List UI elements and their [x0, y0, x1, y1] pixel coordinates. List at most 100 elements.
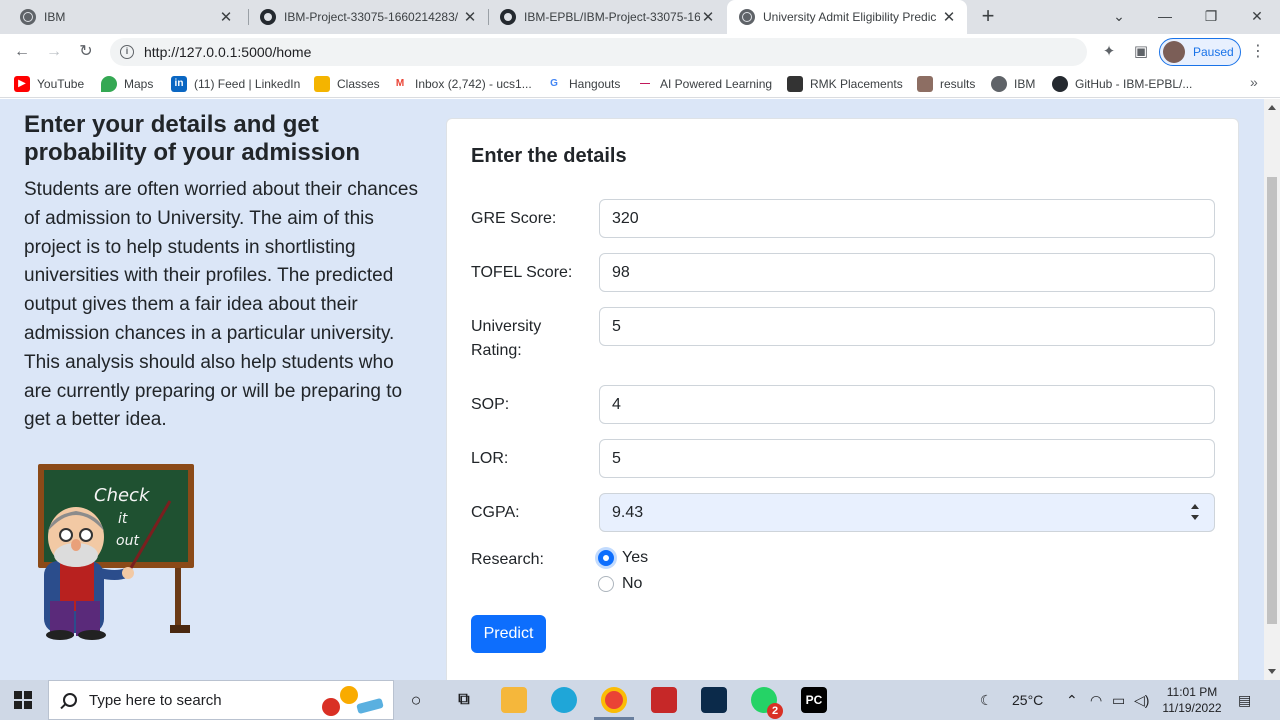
- address-bar[interactable]: i http://127.0.0.1:5000/home: [110, 38, 1087, 66]
- radio-yes-label: Yes: [622, 549, 649, 566]
- chalkboard-text: Check: [94, 485, 151, 506]
- globe-icon: [20, 9, 36, 25]
- bookmark-label: (11) Feed | LinkedIn: [194, 77, 301, 91]
- bookmark-github[interactable]: GitHub - IBM-EPBL/...: [1052, 74, 1192, 94]
- cgpa-input[interactable]: 9.43: [599, 493, 1215, 532]
- url-text: http://127.0.0.1:5000/home: [144, 44, 312, 60]
- forward-icon[interactable]: →: [42, 40, 66, 64]
- restore-icon[interactable]: ❐: [1188, 0, 1234, 34]
- scroll-down-icon[interactable]: [1268, 669, 1276, 674]
- github-icon: [500, 9, 516, 25]
- back-icon[interactable]: ←: [10, 40, 34, 64]
- bookmark-hangouts[interactable]: G Hangouts: [546, 74, 620, 94]
- battery-icon[interactable]: ▭: [1112, 680, 1125, 720]
- bookmarks-overflow-icon[interactable]: »: [1250, 74, 1258, 90]
- file-explorer-icon[interactable]: [501, 687, 527, 713]
- volume-icon[interactable]: ◁): [1134, 680, 1149, 720]
- info-icon[interactable]: i: [120, 45, 134, 59]
- bookmark-rmk[interactable]: RMK Placements: [787, 74, 903, 94]
- tab-university-admit[interactable]: University Admit Eligibility Predic ✕: [727, 0, 967, 34]
- bookmark-youtube[interactable]: ▶ YouTube: [14, 74, 84, 94]
- close-icon[interactable]: ✕: [462, 8, 478, 26]
- bookmark-classes[interactable]: Classes: [314, 74, 380, 94]
- clock-time: 11:01 PM: [1166, 685, 1218, 699]
- scroll-up-icon[interactable]: [1268, 105, 1276, 110]
- bookmark-label: RMK Placements: [810, 77, 903, 91]
- edge-icon[interactable]: [551, 687, 577, 713]
- gre-label: GRE Score:: [471, 210, 557, 227]
- radio-no[interactable]: [598, 576, 614, 592]
- reload-icon[interactable]: ↻: [74, 40, 98, 64]
- tab-github-project[interactable]: IBM-Project-33075-1660214283/ ✕: [248, 0, 488, 34]
- bookmark-label: IBM: [1014, 77, 1036, 91]
- bookmark-label: Classes: [337, 77, 380, 91]
- tab-github-epbl[interactable]: IBM-EPBL/IBM-Project-33075-16 ✕: [488, 0, 726, 34]
- wifi-icon[interactable]: ◠: [1090, 680, 1102, 720]
- page-heading: Enter your details and get probability o…: [24, 111, 361, 166]
- chrome-icon[interactable]: [601, 687, 627, 713]
- research-yes-option[interactable]: Yes: [598, 549, 648, 567]
- bookmark-results[interactable]: results: [917, 74, 975, 94]
- windows-start-icon[interactable]: [14, 691, 32, 709]
- weather-temperature[interactable]: 25°C: [1012, 680, 1043, 720]
- globe-icon: [991, 76, 1007, 92]
- bookmark-ibm[interactable]: IBM: [991, 74, 1035, 94]
- close-icon[interactable]: ✕: [218, 8, 234, 26]
- bookmark-label: Maps: [124, 77, 154, 91]
- security-shield-icon[interactable]: [701, 687, 727, 713]
- bookmarks-bar: ▶ YouTube Maps in (11) Feed | LinkedIn Cla…: [0, 70, 1280, 98]
- radio-no-label: No: [622, 575, 643, 592]
- close-icon[interactable]: ✕: [941, 8, 957, 26]
- extensions-icon[interactable]: ✦: [1099, 42, 1119, 62]
- minimize-icon[interactable]: —: [1142, 0, 1188, 34]
- tab-search-icon[interactable]: ⌄: [1096, 0, 1142, 34]
- window-close-icon[interactable]: ✕: [1234, 0, 1280, 34]
- task-view-icon[interactable]: ⧉: [451, 687, 477, 713]
- maps-icon: [101, 76, 117, 92]
- bookmark-maps[interactable]: Maps: [101, 74, 153, 94]
- youtube-icon: ▶: [14, 76, 30, 92]
- research-no-option[interactable]: No: [598, 575, 642, 593]
- tab-ibm[interactable]: IBM ✕: [8, 0, 244, 34]
- profile-button[interactable]: Paused: [1159, 38, 1241, 66]
- cgpa-label: CGPA:: [471, 504, 520, 521]
- tab-title: IBM-Project-33075-1660214283/: [284, 10, 459, 24]
- cortana-icon[interactable]: ○: [403, 687, 429, 713]
- chalkboard-text: it: [118, 511, 128, 527]
- page-scrollbar[interactable]: [1264, 99, 1280, 680]
- search-highlight-icon: [317, 685, 387, 717]
- bookmark-inbox[interactable]: M Inbox (2,742) - ucs1...: [392, 74, 532, 94]
- close-icon[interactable]: ✕: [700, 8, 716, 26]
- pycharm-icon[interactable]: PC: [801, 687, 827, 713]
- predict-button[interactable]: Predict: [471, 615, 546, 653]
- weather-icon[interactable]: ☾: [980, 680, 993, 720]
- bookmark-label: Hangouts: [569, 77, 621, 91]
- whatsapp-icon[interactable]: 2: [751, 687, 783, 719]
- mcafee-icon[interactable]: [651, 687, 677, 713]
- tab-title: University Admit Eligibility Predic: [763, 10, 937, 24]
- lor-input[interactable]: 5: [599, 439, 1215, 478]
- page-description: Students are often worried about their c…: [24, 179, 418, 431]
- menu-icon[interactable]: ⋮: [1250, 42, 1266, 62]
- cgpa-value: 9.43: [612, 504, 644, 521]
- browser-toolbar: ← → ↻ i http://127.0.0.1:5000/home ✦ ▣ P…: [0, 34, 1280, 70]
- ai-learning-icon: —: [637, 76, 653, 92]
- scrollbar-thumb[interactable]: [1267, 177, 1277, 624]
- tray-overflow-icon[interactable]: ⌃: [1066, 680, 1078, 720]
- tofel-score-input[interactable]: 98: [599, 253, 1215, 292]
- sop-input[interactable]: 4: [599, 385, 1215, 424]
- bookmark-label: AI Powered Learning: [660, 77, 773, 91]
- notification-center-icon[interactable]: ▤: [1238, 680, 1251, 720]
- side-panel-icon[interactable]: ▣: [1131, 42, 1151, 62]
- taskbar-search-box[interactable]: Type here to search: [48, 680, 394, 720]
- bookmark-linkedin[interactable]: in (11) Feed | LinkedIn: [171, 74, 300, 94]
- tab-title: IBM-EPBL/IBM-Project-33075-16: [524, 10, 700, 24]
- gmail-icon: M: [392, 76, 408, 92]
- bookmark-ai-learning[interactable]: — AI Powered Learning: [637, 74, 772, 94]
- number-spinner-icon[interactable]: [1190, 504, 1200, 522]
- system-clock[interactable]: 11:01 PM 11/19/2022: [1156, 684, 1228, 716]
- gre-score-input[interactable]: 320: [599, 199, 1215, 238]
- university-rating-input[interactable]: 5: [599, 307, 1215, 346]
- radio-yes[interactable]: [598, 550, 614, 566]
- new-tab-button[interactable]: +: [976, 5, 1000, 29]
